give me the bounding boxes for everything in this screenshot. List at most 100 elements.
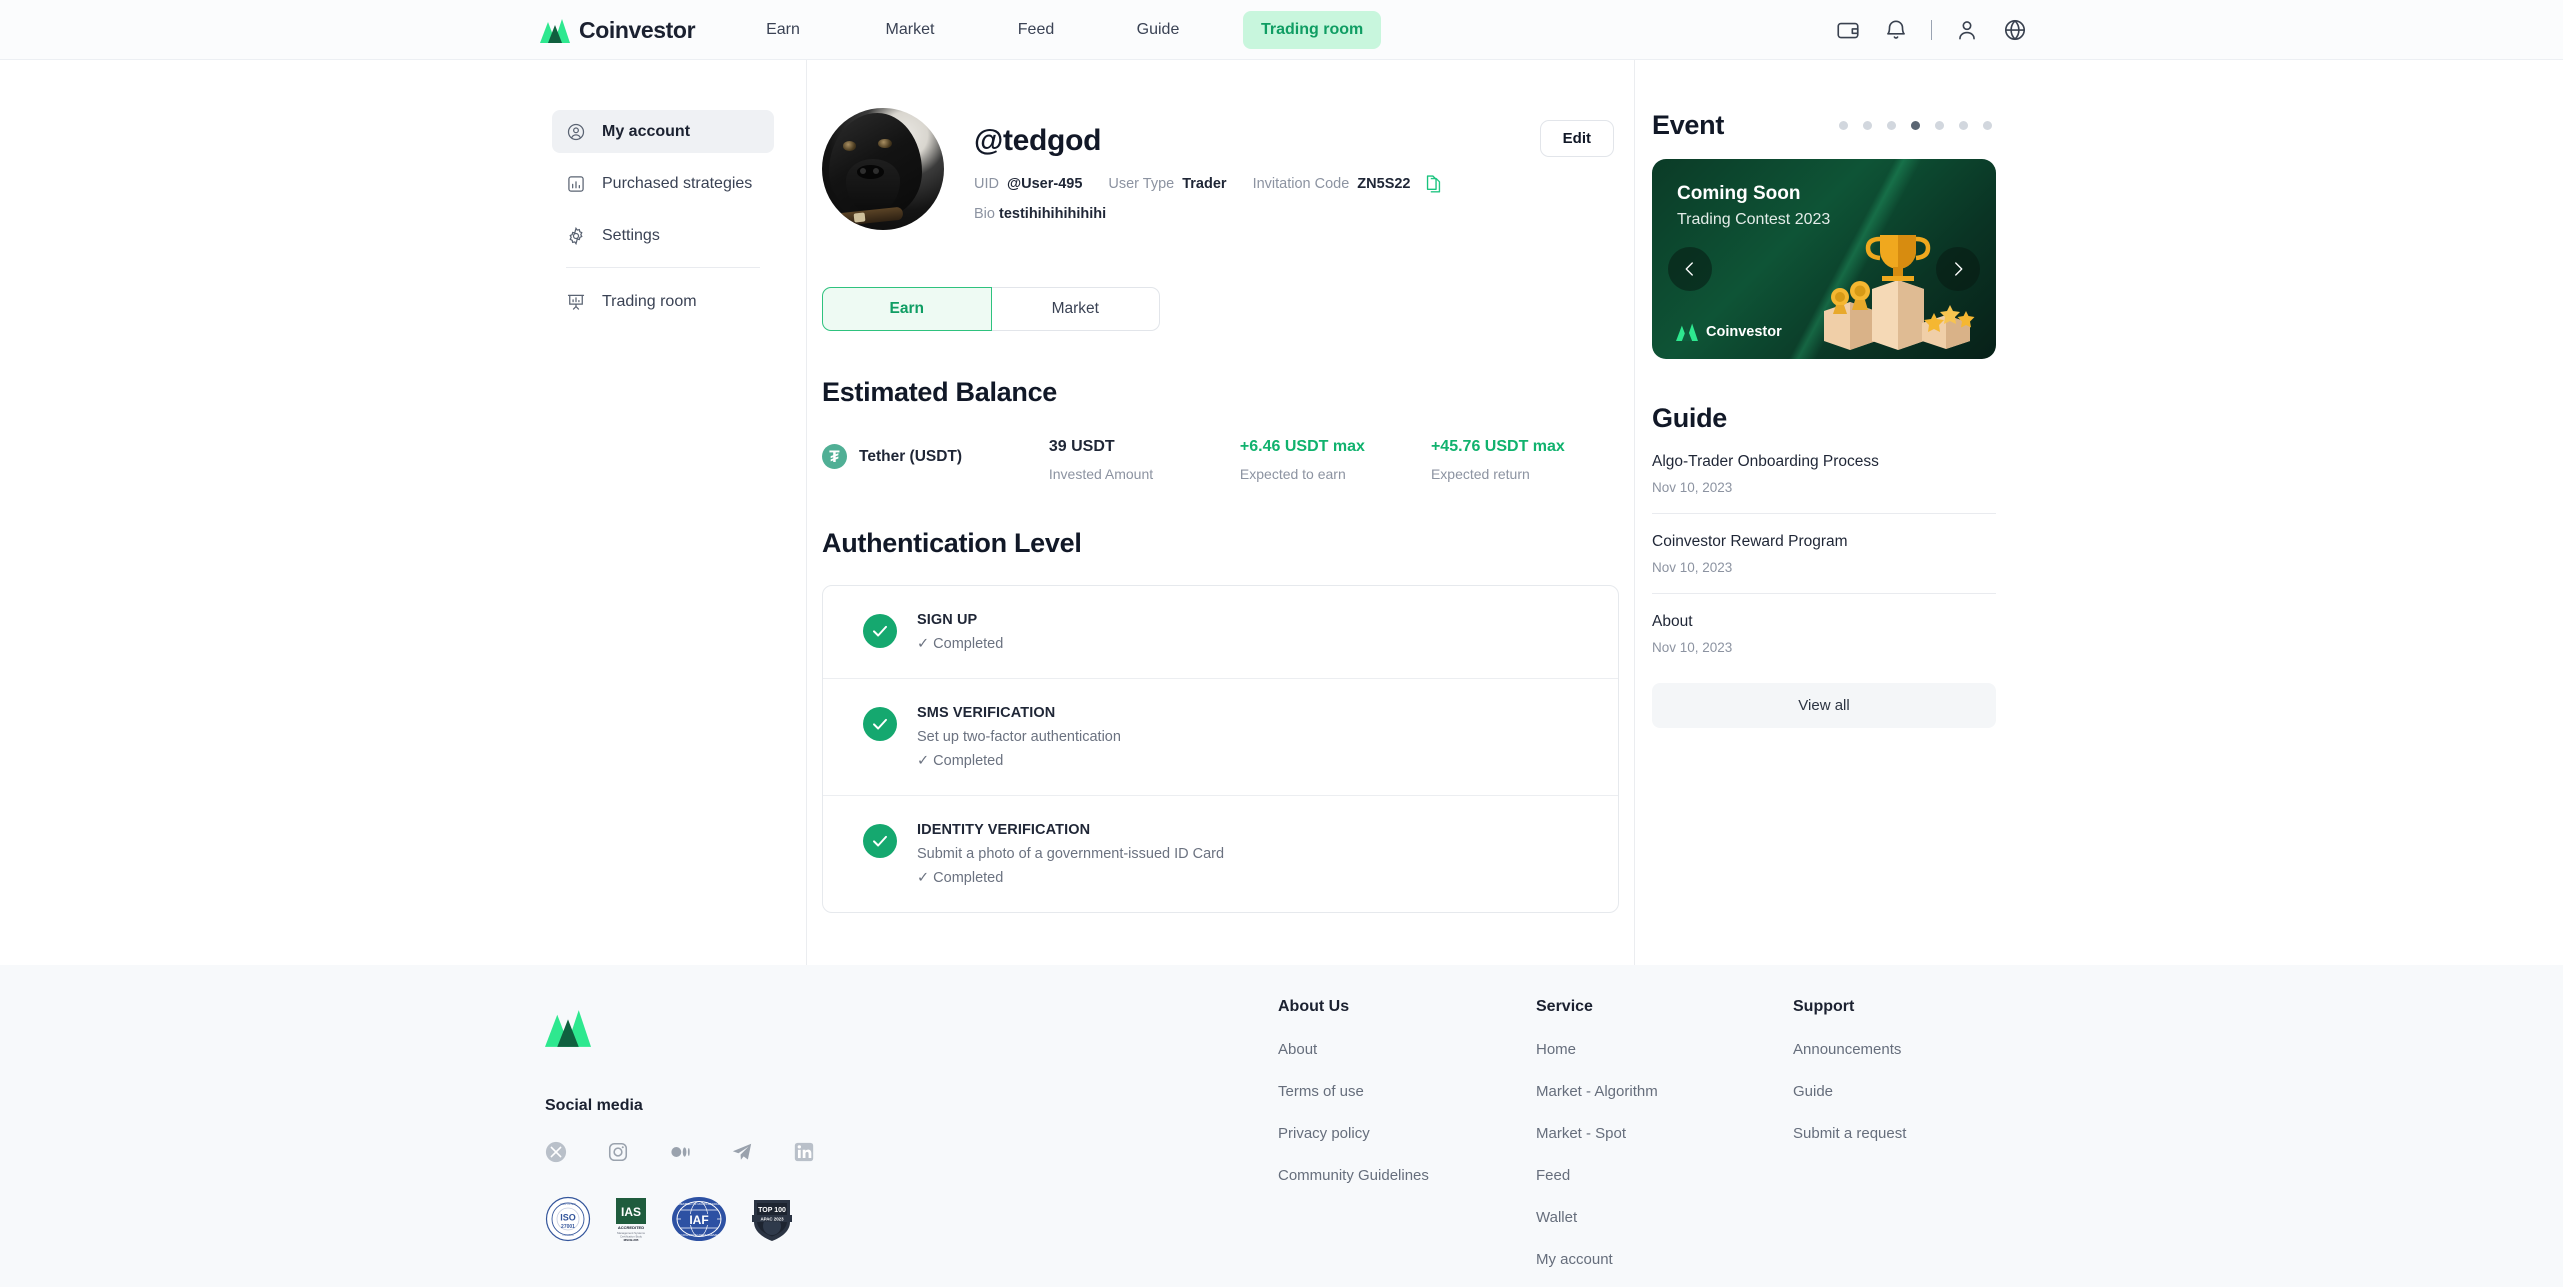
sidebar-item-trading-room[interactable]: Trading room xyxy=(552,280,774,323)
carousel-dot[interactable] xyxy=(1887,121,1896,130)
content-tabs: Earn Market xyxy=(822,287,1160,331)
avatar[interactable] xyxy=(822,108,944,230)
sidebar-item-label: Settings xyxy=(602,226,660,244)
svg-text:Certified: Certified xyxy=(562,1233,574,1237)
event-carousel-dots xyxy=(1839,121,1996,130)
footer-link-announcements[interactable]: Announcements xyxy=(1793,1041,1906,1058)
coinvestor-logo-icon xyxy=(540,19,570,43)
auth-item-sign-up[interactable]: SIGN UP ✓ Completed xyxy=(823,586,1618,678)
ias-accredited-badge[interactable]: IAS ACCREDITED Management Systems Certif… xyxy=(613,1196,649,1242)
footer-link-market-spot[interactable]: Market - Spot xyxy=(1536,1125,1658,1142)
telegram-icon[interactable] xyxy=(731,1141,753,1163)
carousel-dot[interactable] xyxy=(1863,121,1872,130)
footer-link-wallet[interactable]: Wallet xyxy=(1536,1209,1658,1226)
svg-text:APAC 2023: APAC 2023 xyxy=(760,1217,784,1222)
carousel-dot[interactable] xyxy=(1839,121,1848,130)
carousel-dot[interactable] xyxy=(1959,121,1968,130)
footer-column-title: Support xyxy=(1793,998,1855,1015)
brand-name: Coinvestor xyxy=(579,16,696,43)
globe-icon[interactable] xyxy=(2002,17,2028,43)
bio-value: testihihihihihihi xyxy=(999,206,1107,222)
user-circle-icon xyxy=(567,123,585,140)
user-icon[interactable] xyxy=(1954,17,1980,43)
sidebar-item-settings[interactable]: Settings xyxy=(552,214,774,257)
event-next-button[interactable] xyxy=(1936,247,1980,291)
certification-badges: ISO 27001 CERTIFIED Certified IAS ACCRED… xyxy=(545,1196,925,1242)
bar-chart-icon xyxy=(568,175,584,192)
carousel-dot[interactable] xyxy=(1983,121,1992,130)
auth-item-sms-verification[interactable]: SMS VERIFICATION Set up two-factor authe… xyxy=(823,678,1618,795)
footer-link-market-algorithm[interactable]: Market - Algorithm xyxy=(1536,1083,1658,1100)
coinvestor-logo-icon xyxy=(545,1010,591,1047)
footer-link-feed[interactable]: Feed xyxy=(1536,1167,1658,1184)
account-sidebar: My account Purchased strategies Settings… xyxy=(552,110,774,332)
footer-link-privacy-policy[interactable]: Privacy policy xyxy=(1278,1125,1429,1142)
x-icon[interactable] xyxy=(545,1141,567,1163)
guide-item-name: About xyxy=(1652,613,1693,630)
event-banner-card[interactable]: Coming Soon Trading Contest 2023 Coinves… xyxy=(1652,159,1996,359)
wallet-icon[interactable] xyxy=(1835,17,1861,43)
guide-item[interactable]: Coinvestor Reward Program Nov 10, 2023 xyxy=(1652,513,1996,593)
profile-handle: @tedgod xyxy=(974,124,1102,157)
auth-item-status: ✓ Completed xyxy=(917,636,1004,652)
auth-item-desc: Submit a photo of a government-issued ID… xyxy=(917,846,1225,862)
invitation-code-value: ZN5S22 xyxy=(1357,175,1411,192)
svg-text:27001: 27001 xyxy=(561,1224,575,1230)
guide-item[interactable]: Algo-Trader Onboarding Process Nov 10, 2… xyxy=(1652,434,1996,513)
expected-return-value: +45.76 USDT max xyxy=(1430,438,1565,455)
footer-column-support: Support Announcements Guide Submit a req… xyxy=(1793,998,1906,1142)
header-divider xyxy=(1931,20,1932,40)
gear-icon xyxy=(569,226,583,245)
footer-link-community-guidelines[interactable]: Community Guidelines xyxy=(1278,1167,1429,1184)
nav-item-earn[interactable]: Earn xyxy=(745,12,821,48)
guide-item[interactable]: About Nov 10, 2023 xyxy=(1652,593,1996,673)
medium-icon[interactable] xyxy=(669,1141,691,1163)
check-icon xyxy=(863,614,897,648)
svg-text:MSCB-285: MSCB-285 xyxy=(624,1238,639,1242)
brand-logo[interactable]: Coinvestor xyxy=(540,0,696,60)
profile-meta: UID @User-495 User Type Trader Invitatio… xyxy=(974,174,1442,193)
auth-item-status: ✓ Completed xyxy=(917,753,1004,769)
svg-text:IAF: IAF xyxy=(689,1213,708,1227)
edit-profile-button[interactable]: Edit xyxy=(1539,120,1614,157)
event-header: Event xyxy=(1652,110,1996,141)
tab-earn[interactable]: Earn xyxy=(822,287,992,331)
instagram-icon[interactable] xyxy=(607,1141,629,1163)
uid-value: @User-495 xyxy=(1006,175,1083,192)
event-brand-name: Coinvestor xyxy=(1706,323,1782,340)
linkedin-icon[interactable] xyxy=(793,1141,815,1163)
carousel-dot[interactable] xyxy=(1935,121,1944,130)
sidebar-item-label: My account xyxy=(602,122,691,140)
footer-link-guide[interactable]: Guide xyxy=(1793,1083,1906,1100)
estimated-balance-title: Estimated Balance xyxy=(822,377,1057,407)
footer-column-title: Service xyxy=(1536,998,1593,1015)
top-100-apac-2023-badge[interactable]: TOP 100 APAC 2023 xyxy=(749,1196,795,1242)
header-actions xyxy=(1835,0,2028,60)
nav-item-feed[interactable]: Feed xyxy=(1001,12,1071,48)
footer-link-submit-a-request[interactable]: Submit a request xyxy=(1793,1125,1906,1142)
expected-return-label: Expected return xyxy=(1430,466,1530,482)
view-all-button[interactable]: View all xyxy=(1652,683,1996,728)
iso-27001-badge[interactable]: ISO 27001 CERTIFIED Certified xyxy=(545,1196,591,1242)
tab-market[interactable]: Market xyxy=(991,287,1160,331)
sidebar-item-my-account[interactable]: My account xyxy=(552,110,774,153)
footer-link-home[interactable]: Home xyxy=(1536,1041,1658,1058)
sidebar-item-purchased-strategies[interactable]: Purchased strategies xyxy=(552,162,774,205)
uid-label: UID xyxy=(974,175,999,192)
svg-text:MEMBER OF MULTILATERAL: MEMBER OF MULTILATERAL xyxy=(679,1202,720,1206)
auth-item-identity-verification[interactable]: IDENTITY VERIFICATION Submit a photo of … xyxy=(823,795,1618,912)
carousel-dot-active[interactable] xyxy=(1911,121,1920,130)
event-card-subtitle: Trading Contest 2023 xyxy=(1677,211,1831,228)
footer-link-about[interactable]: About xyxy=(1278,1041,1429,1058)
nav-item-market[interactable]: Market xyxy=(867,12,953,48)
nav-item-guide[interactable]: Guide xyxy=(1121,12,1195,48)
bell-icon[interactable] xyxy=(1883,17,1909,43)
event-prev-button[interactable] xyxy=(1668,247,1712,291)
social-media-title: Social media xyxy=(545,1097,643,1114)
coin-name: Tether (USDT) xyxy=(859,447,963,465)
nav-item-trading-room[interactable]: Trading room xyxy=(1243,11,1382,49)
footer-link-terms-of-use[interactable]: Terms of use xyxy=(1278,1083,1429,1100)
copy-icon[interactable] xyxy=(1425,174,1442,193)
footer-link-my-account[interactable]: My account xyxy=(1536,1251,1658,1268)
iaf-badge[interactable]: IAF MEMBER OF MULTILATERAL RECOGNITION A… xyxy=(671,1196,727,1242)
